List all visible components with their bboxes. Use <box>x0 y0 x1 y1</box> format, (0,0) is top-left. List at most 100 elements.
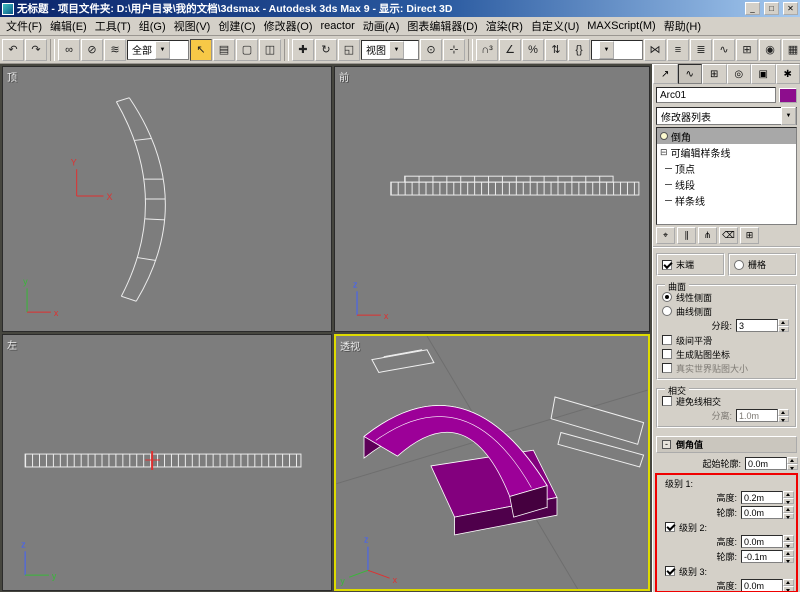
menu-graph-editors[interactable]: 图表编辑器(D) <box>403 17 481 35</box>
schematic-view-button[interactable]: ⊞ <box>736 39 758 61</box>
render-scene-button[interactable]: ▦ <box>782 39 800 61</box>
angle-snap-button[interactable]: ∠ <box>499 39 521 61</box>
select-object-button[interactable]: ↖ <box>190 39 212 61</box>
arc-spline-wireframe[interactable] <box>116 98 165 301</box>
segments-input[interactable] <box>736 319 778 332</box>
minimize-button[interactable]: _ <box>745 2 760 15</box>
menu-reactor[interactable]: reactor <box>317 19 359 33</box>
pin-stack-button[interactable]: ⌖ <box>656 227 675 244</box>
menu-group[interactable]: 组(G) <box>135 17 170 35</box>
layer-manager-button[interactable]: ≣ <box>690 39 712 61</box>
named-selection-dropdown[interactable]: ▼ <box>591 40 643 60</box>
spinner-snap-button[interactable]: ⇅ <box>545 39 567 61</box>
linear-sides-radio[interactable] <box>662 292 672 302</box>
window-crossing-button[interactable]: ◫ <box>259 39 281 61</box>
modifier-list-dropdown[interactable]: 修改器列表 ▼ <box>656 107 797 125</box>
real-world-map-size-checkbox[interactable] <box>662 363 672 373</box>
bevel-values-rollout-header[interactable]: - 倒角值 <box>656 436 797 453</box>
generate-mapping-coords-checkbox[interactable] <box>662 349 672 359</box>
snap-toggle-3d-button[interactable]: ∩³ <box>476 39 498 61</box>
stack-item-editable-spline[interactable]: ⊟ 可编辑样条线 <box>657 144 796 160</box>
bind-to-space-warp-button[interactable]: ≋ <box>104 39 126 61</box>
tab-motion-icon[interactable]: ◎ <box>727 64 752 84</box>
bevel-arc-object[interactable] <box>364 405 557 534</box>
level3-height-input[interactable] <box>741 579 783 592</box>
viewport-left-label[interactable]: 左 <box>7 337 17 352</box>
menu-animation[interactable]: 动画(A) <box>359 17 404 35</box>
tab-hierarchy-icon[interactable]: ⊞ <box>702 64 727 84</box>
redo-button[interactable]: ↷ <box>25 39 47 61</box>
curved-sides-radio[interactable] <box>662 306 672 316</box>
use-pivot-center-button[interactable]: ⊙ <box>420 39 442 61</box>
mirror-button[interactable]: ⋈ <box>644 39 666 61</box>
viewport-front-label[interactable]: 前 <box>339 69 349 84</box>
level2-height-spinner[interactable] <box>783 535 794 548</box>
viewport-top[interactable]: 顶 Y <box>2 66 332 332</box>
tab-display-icon[interactable]: ▣ <box>751 64 776 84</box>
collapse-icon[interactable]: - <box>662 440 671 449</box>
menu-customize[interactable]: 自定义(U) <box>527 17 583 35</box>
start-outline-input[interactable] <box>745 457 787 470</box>
selection-filter-dropdown[interactable]: 全部 ▼ <box>127 40 189 60</box>
level1-outline-spinner[interactable] <box>783 506 794 519</box>
stack-item-vertex[interactable]: 顶点 <box>657 160 796 176</box>
show-end-result-button[interactable]: ∥ <box>677 227 696 244</box>
level1-height-spinner[interactable] <box>783 491 794 504</box>
menu-file[interactable]: 文件(F) <box>2 17 46 35</box>
menu-tools[interactable]: 工具(T) <box>91 17 135 35</box>
select-and-rotate-button[interactable]: ↻ <box>315 39 337 61</box>
material-editor-button[interactable]: ◉ <box>759 39 781 61</box>
menu-modifiers[interactable]: 修改器(O) <box>260 17 317 35</box>
modifier-bulb-icon[interactable] <box>660 132 668 140</box>
named-selection-sets-button[interactable]: {} <box>568 39 590 61</box>
remove-modifier-button[interactable]: ⌫ <box>719 227 738 244</box>
cap-end-checkbox[interactable] <box>662 260 672 270</box>
unlink-selection-button[interactable]: ⊘ <box>81 39 103 61</box>
level2-outline-input[interactable] <box>741 550 783 563</box>
menu-edit[interactable]: 编辑(E) <box>46 17 91 35</box>
separation-input[interactable] <box>736 409 778 422</box>
select-and-link-button[interactable]: ∞ <box>58 39 80 61</box>
dropdown-arrow-icon[interactable]: ▼ <box>389 41 404 59</box>
percent-snap-button[interactable]: % <box>522 39 544 61</box>
level2-checkbox[interactable] <box>665 522 675 532</box>
dropdown-arrow-icon[interactable]: ▼ <box>155 41 170 59</box>
stack-item-spline[interactable]: 样条线 <box>657 192 796 208</box>
viewport-perspective-label[interactable]: 透视 <box>340 338 360 353</box>
viewport-left[interactable]: 左 z y <box>2 334 332 591</box>
make-unique-button[interactable]: ⋔ <box>698 227 717 244</box>
level1-height-input[interactable] <box>741 491 783 504</box>
curve-editor-button[interactable]: ∿ <box>713 39 735 61</box>
tab-modify-icon[interactable]: ∿ <box>678 64 703 84</box>
viewport-perspective[interactable]: 透视 <box>334 334 650 591</box>
start-outline-spinner[interactable] <box>787 457 798 470</box>
level1-outline-input[interactable] <box>741 506 783 519</box>
menu-help[interactable]: 帮助(H) <box>660 17 705 35</box>
close-button[interactable]: ✕ <box>783 2 798 15</box>
undo-button[interactable]: ↶ <box>2 39 24 61</box>
menu-create[interactable]: 创建(C) <box>214 17 259 35</box>
reference-coordinate-dropdown[interactable]: 视图 ▼ <box>361 40 419 60</box>
maximize-button[interactable]: □ <box>764 2 779 15</box>
stack-item-segment[interactable]: 线段 <box>657 176 796 192</box>
keep-lines-from-crossing-checkbox[interactable] <box>662 396 672 406</box>
object-color-swatch[interactable] <box>779 88 797 103</box>
smooth-across-levels-checkbox[interactable] <box>662 335 672 345</box>
dropdown-arrow-icon[interactable]: ▼ <box>599 41 614 59</box>
dropdown-arrow-icon[interactable]: ▼ <box>781 107 796 125</box>
tab-utilities-icon[interactable]: ✱ <box>776 64 800 84</box>
menu-views[interactable]: 视图(V) <box>170 17 215 35</box>
separation-spinner[interactable] <box>778 409 789 422</box>
align-button[interactable]: ≡ <box>667 39 689 61</box>
configure-modifier-sets-button[interactable]: ⊞ <box>740 227 759 244</box>
arc-left-wireframe[interactable] <box>25 451 301 470</box>
expand-icon[interactable]: ⊟ <box>660 147 668 158</box>
select-and-move-button[interactable]: ✚ <box>292 39 314 61</box>
object-name-field[interactable] <box>656 87 776 103</box>
segments-spinner[interactable] <box>778 319 789 332</box>
rect-selection-region-button[interactable]: ▢ <box>236 39 258 61</box>
select-and-manipulate-button[interactable]: ⊹ <box>443 39 465 61</box>
arc-front-wireframe[interactable] <box>391 176 639 195</box>
viewport-top-label[interactable]: 顶 <box>7 69 17 84</box>
level2-outline-spinner[interactable] <box>783 550 794 563</box>
